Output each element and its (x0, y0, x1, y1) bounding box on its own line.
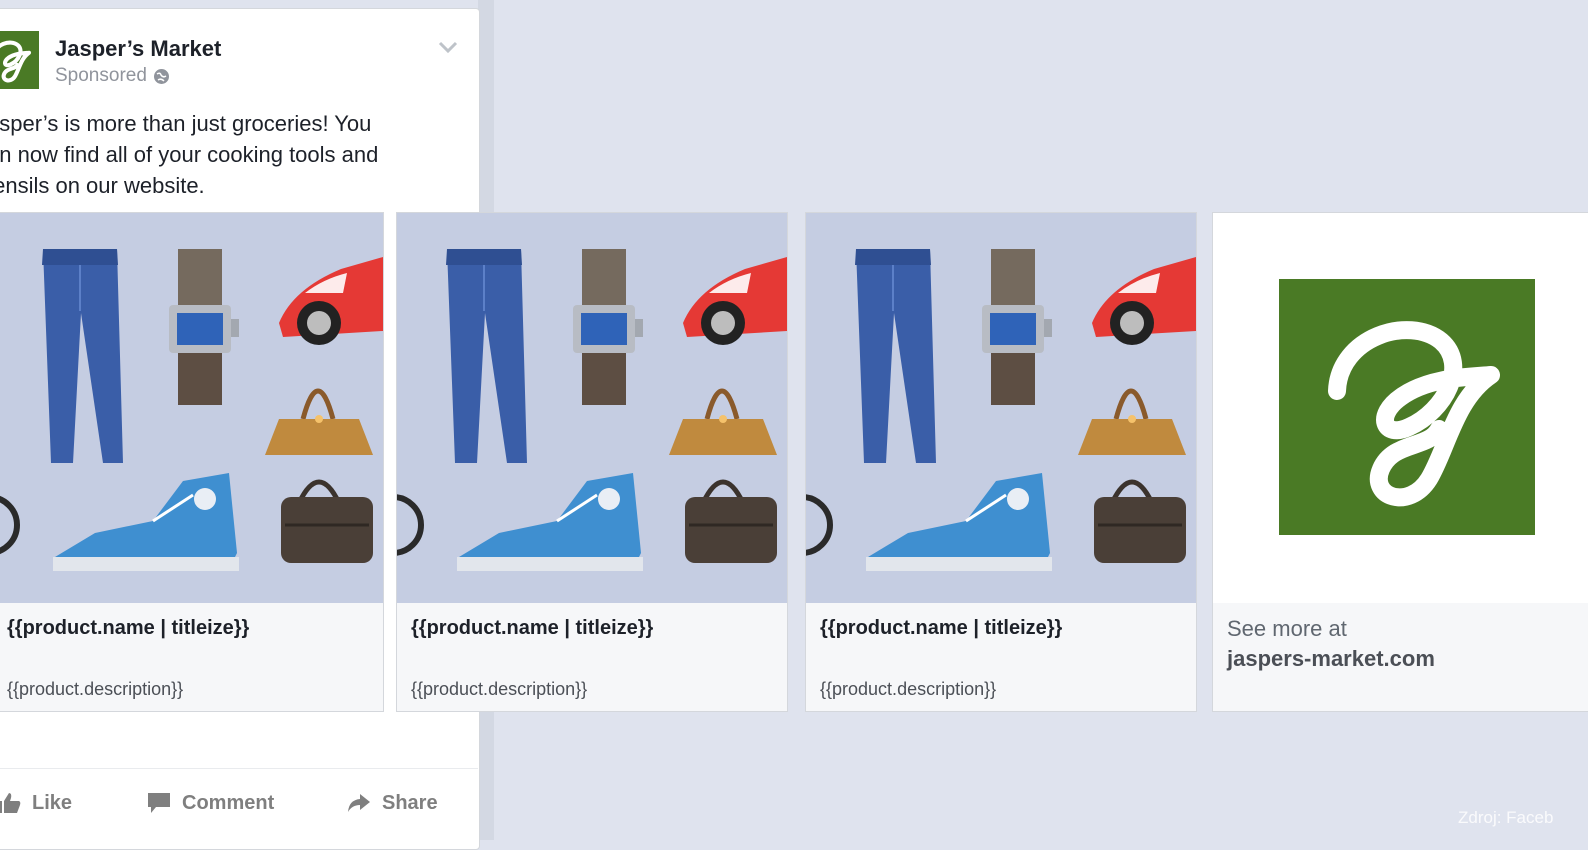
see-more-label: See more at (1227, 616, 1347, 641)
carousel-card[interactable]: {{product.name | titleize}} {{product.de… (396, 212, 788, 712)
product-title[interactable]: {{product.name | titleize}} (820, 617, 1062, 640)
carousel-card[interactable]: {{product.name | titleize}} {{product.de… (805, 212, 1197, 712)
globe-icon (153, 68, 170, 85)
product-description: {{product.description}} (411, 679, 588, 699)
carousel-card[interactable]: {{product.name | titleize}} {{product.de… (0, 212, 384, 712)
chevron-down-icon[interactable] (437, 39, 459, 55)
like-label: Like (32, 791, 73, 814)
comment-label: Comment (182, 791, 275, 814)
thumbs-up-icon (0, 793, 21, 813)
comment-icon (148, 793, 170, 813)
like-button[interactable]: Like (0, 791, 72, 815)
site-link[interactable]: jaspers-market.com (1227, 646, 1435, 672)
post-action-bar: Like Comment Share (0, 768, 478, 841)
share-label: Share (382, 791, 438, 814)
product-description: {{product.description}} (7, 679, 184, 699)
page-name-link[interactable]: Jasper’s Market (55, 36, 221, 62)
comment-button[interactable]: Comment (146, 791, 274, 815)
product-image (397, 213, 787, 603)
product-image (806, 213, 1196, 603)
share-button[interactable]: Share (346, 791, 438, 815)
sponsored-label: Sponsored (55, 65, 170, 87)
product-description: {{product.description}} (820, 679, 997, 699)
sponsored-text: Sponsored (55, 65, 147, 86)
jaspers-logo-icon (1279, 279, 1535, 535)
see-more-card[interactable]: See more at jaspers-market.com (1212, 212, 1588, 712)
product-image (0, 213, 383, 603)
post-message: asper’s is more than just groceries! You… (0, 111, 379, 198)
share-icon (348, 794, 370, 812)
source-credit: Zdroj: Faceb (1458, 808, 1554, 827)
product-title[interactable]: {{product.name | titleize}} (7, 617, 249, 640)
product-title[interactable]: {{product.name | titleize}} (411, 617, 653, 640)
page-avatar[interactable] (0, 29, 39, 89)
